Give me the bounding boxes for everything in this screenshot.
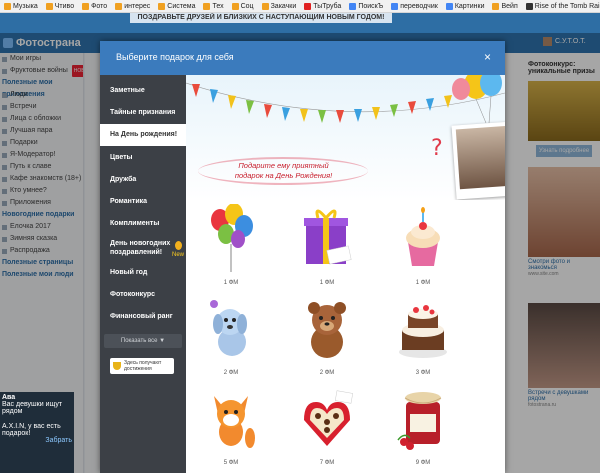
gift-fox[interactable]: 5 ФМ	[196, 384, 266, 473]
gift-grid: 1 ФМ 1 ФМ 1 ФМ 2 ФМ 2 ФМ 3 ФМ 5 ФМ 7 ФМ 9 ФМ	[186, 200, 505, 473]
close-icon[interactable]: ×	[484, 50, 491, 64]
gift-balloons[interactable]: 1 ФМ	[196, 204, 266, 294]
gift-price: 5 ФМ	[223, 460, 239, 466]
folder-icon	[349, 2, 357, 10]
gift-gift-box[interactable]: 1 ФМ	[292, 204, 362, 294]
svg-text:?: ?	[431, 136, 443, 161]
bookmark-item[interactable]: Фото	[78, 2, 111, 10]
bulb-icon	[175, 241, 182, 251]
category-item[interactable]: Цветы	[100, 146, 186, 168]
folder-icon	[45, 2, 53, 10]
bookmark-item[interactable]: ПоискЪ	[345, 2, 387, 10]
show-all-button[interactable]: Показать все ▼	[104, 333, 182, 348]
bookmark-item[interactable]: Чтиво	[42, 2, 78, 10]
gift-price: 1 ФМ	[223, 280, 239, 286]
chat-title: Ава	[2, 394, 16, 401]
gift-price: 1 ФМ	[319, 280, 335, 286]
user-photo	[451, 120, 505, 200]
avatar	[455, 124, 505, 190]
folder-icon	[261, 2, 269, 10]
folder-icon	[231, 2, 239, 10]
category-item[interactable]: На День рождения!	[100, 123, 186, 146]
folder-icon	[82, 2, 90, 10]
bookmark-item[interactable]: ТыТруба	[300, 2, 345, 10]
category-item[interactable]: Тайные признания	[100, 101, 186, 123]
category-item[interactable]: Финансовый ранг	[100, 306, 186, 328]
folder-icon	[492, 2, 500, 10]
modal-title: Выберите подарок для себя	[116, 52, 234, 62]
folder-icon	[203, 2, 211, 10]
category-item[interactable]: День новогодних поздравлений! New	[100, 235, 186, 261]
folder-icon	[4, 2, 11, 10]
gift-price: 9 ФМ	[415, 460, 431, 466]
category-menu: Заметные Тайные признания На День рождения…	[100, 75, 186, 473]
bookmark-item[interactable]: Вейп	[488, 2, 521, 10]
banner-text: Подарите ему приятный подарок на День Ро…	[198, 157, 368, 185]
gift-cupcake[interactable]: 1 ФМ	[388, 204, 458, 294]
folder-icon	[115, 2, 123, 10]
chat-text: рядом	[2, 408, 23, 415]
chat-text: Вас девушки ищут	[2, 401, 63, 408]
new-tag: New	[171, 252, 184, 259]
bookmark-item[interactable]: Музыка	[0, 2, 42, 10]
gift-price: 1 ФМ	[415, 280, 431, 286]
bookmark-item[interactable]: Соц	[228, 2, 258, 10]
modal-header: Выберите подарок для себя ×	[100, 41, 505, 75]
category-item[interactable]: Романтика	[100, 190, 186, 212]
gift-price: 3 ФМ	[415, 370, 431, 376]
bookmark-item[interactable]: Rise of the Tomb Raid	[522, 2, 600, 10]
achievements-badge[interactable]: Здесь получают достижения	[110, 357, 174, 374]
folder-icon	[158, 2, 166, 10]
bookmark-item[interactable]: Система	[154, 2, 199, 10]
bookmark-item[interactable]: Закачки	[258, 2, 301, 10]
folder-icon	[304, 2, 312, 10]
gift-price: 2 ФМ	[319, 370, 335, 376]
gift-price: 2 ФМ	[223, 370, 239, 376]
birthday-banner: ? Подарите ему приятный подарок на День …	[186, 75, 505, 200]
bookmarks-bar: Музыка Чтиво Фото интерес Система Тех Соц Закач…	[0, 0, 600, 13]
trophy-icon	[113, 361, 121, 370]
chat-notification[interactable]: Ава Вас девушки ищут рядом A.X.I.N, у ва…	[0, 392, 74, 473]
gift-puppy[interactable]: 2 ФМ	[196, 294, 266, 384]
gift-teddy-bear[interactable]: 2 ФМ	[292, 294, 362, 384]
category-item[interactable]: Новый год	[100, 261, 186, 283]
gift-chocolates[interactable]: 7 ФМ	[292, 384, 362, 473]
notification-bar[interactable]: ПОЗДРАВЬТЕ ДРУЗЕЙ И БЛИЗКИХ С НАСТУПАЮЩИ…	[130, 13, 392, 23]
gift-modal: Выберите подарок для себя × Заметные Тайн…	[100, 41, 505, 473]
gift-jam-jar[interactable]: 9 ФМ	[388, 384, 458, 473]
category-item[interactable]: Фотоконкурс	[100, 283, 186, 305]
bookmark-item[interactable]: Картинки	[442, 2, 489, 10]
gift-price: 7 ФМ	[319, 460, 335, 466]
category-item[interactable]: Дружба	[100, 168, 186, 190]
bookmark-item[interactable]: Тех	[199, 2, 227, 10]
bookmark-item[interactable]: интерес	[111, 2, 154, 10]
category-item[interactable]: Комплименты	[100, 213, 186, 235]
bookmark-item[interactable]: переводчик	[387, 2, 442, 10]
folder-icon	[391, 2, 399, 10]
folder-icon	[525, 2, 533, 10]
category-item[interactable]: Заметные	[100, 79, 186, 101]
chat-text: подарок!	[2, 430, 31, 437]
gift-cake[interactable]: 3 ФМ	[388, 294, 458, 384]
folder-icon	[445, 2, 453, 10]
chat-text: A.X.I.N, у вас есть	[2, 423, 61, 430]
claim-gift-link[interactable]: Забрать	[2, 437, 72, 444]
